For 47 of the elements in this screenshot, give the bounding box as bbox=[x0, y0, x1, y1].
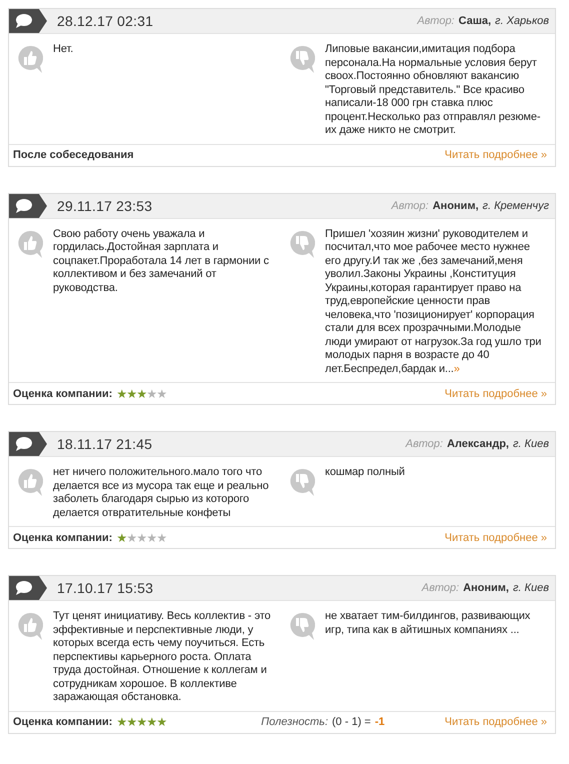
review-date: 18.11.17 21:45 bbox=[57, 436, 152, 452]
author-name: Александр, bbox=[446, 438, 509, 450]
pros-text: Нет. bbox=[53, 43, 74, 56]
stage-label: После собеседования bbox=[13, 149, 134, 161]
review-date: 28.12.17 02:31 bbox=[57, 13, 154, 29]
cons-text: Липовые вакансии,имитация подбора персонала.На нормальные условия берут своох.Постоянно обновляют вакансию "Торговый представитель." Все красиво написали-18 000 грн ставка плюс процент.Несколько раз отправлял резюме-их даже никто не смотрит. bbox=[325, 43, 542, 138]
rating-label: Оценка компании: bbox=[13, 716, 112, 728]
star-rating: ★★★★★ bbox=[116, 386, 166, 400]
pros-text: Свою работу очень уважала и гордилась.Достойная зарплата и соцпакет.Проработала 14 лет в гармонии с коллективом и без замечаний от руководства. bbox=[53, 228, 270, 295]
thumbs-up-icon bbox=[17, 468, 43, 498]
more-link[interactable]: » bbox=[454, 362, 460, 374]
author-city: г. Киев bbox=[513, 582, 549, 594]
read-more-link[interactable]: Читать подробнее » bbox=[444, 716, 547, 728]
author-label: Автор: bbox=[417, 15, 454, 27]
thumbs-up-icon bbox=[17, 45, 43, 75]
author-name: Аноним, bbox=[463, 582, 509, 594]
usefulness-label: Полезность: bbox=[261, 716, 328, 728]
thumbs-down-icon bbox=[289, 612, 315, 642]
thumbs-up-icon bbox=[17, 612, 43, 642]
author-name: Аноним, bbox=[432, 200, 479, 212]
thumbs-up-icon bbox=[17, 230, 43, 260]
usefulness-formula: (0 - 1) = bbox=[332, 716, 371, 728]
read-more-link[interactable]: Читать подробнее » bbox=[444, 388, 547, 400]
cons-text: кошмар полный bbox=[325, 466, 406, 480]
author-name: Саша, bbox=[458, 15, 492, 27]
pros-text: Тут ценят инициативу. Весь коллектив - это эффективные и перспективные люди, у которых всегда есть чему поучиться. Есть перспективы карьерного роста. Оплата труда достойная. Отношение к коллегам и сотрудникам хорошое. В коллективе заражающая обстановка. bbox=[53, 610, 272, 704]
thumbs-down-icon bbox=[289, 468, 315, 498]
author-city: г. Кременчуг bbox=[482, 200, 549, 212]
review-date: 17.10.17 15:53 bbox=[57, 580, 154, 596]
star-rating: ★★★★★ bbox=[116, 715, 166, 729]
review-date: 29.11.17 23:53 bbox=[57, 198, 152, 214]
author-city: г. Харьков bbox=[495, 15, 549, 27]
read-more-link[interactable]: Читать подробнее » bbox=[444, 149, 547, 161]
pros-text: нет ничего положительного.мало того что делается все из мусора так еще и реально заболеть благодаря сырью из которого делается отвратительные конфеты bbox=[53, 466, 270, 520]
author-label: Автор: bbox=[391, 200, 429, 212]
thumbs-down-icon bbox=[289, 230, 315, 260]
author-label: Автор: bbox=[422, 582, 460, 594]
rating-label: Оценка компании: bbox=[13, 388, 112, 400]
author-city: г. Киев bbox=[513, 438, 549, 450]
author-label: Автор: bbox=[406, 438, 443, 450]
star-rating: ★★★★★ bbox=[116, 530, 166, 544]
cons-text: Пришел 'хозяин жизни' руководителем и посчитал,что мое рабочее место нужнее его другу.И так же ,без замечаний,меня уволил.Законы Украины ,Конституция Украины,которая гарантирует право на труд,европейские ценности прав человека,что 'позиционирует' корпорация стали для всех прозрачными.Молодые люди умирают от нагрузок.За год ушло три молодых парня в возрасте до 40 лет.Беспредел,бардак и...» bbox=[325, 228, 542, 376]
cons-text: не хватает тим-билдингов, развивающих игр, типа как в айтишных компаниях ... bbox=[325, 610, 532, 637]
thumbs-down-icon bbox=[289, 45, 315, 75]
read-more-link[interactable]: Читать подробнее » bbox=[444, 532, 547, 544]
usefulness-score: -1 bbox=[374, 716, 385, 728]
rating-label: Оценка компании: bbox=[13, 532, 112, 544]
